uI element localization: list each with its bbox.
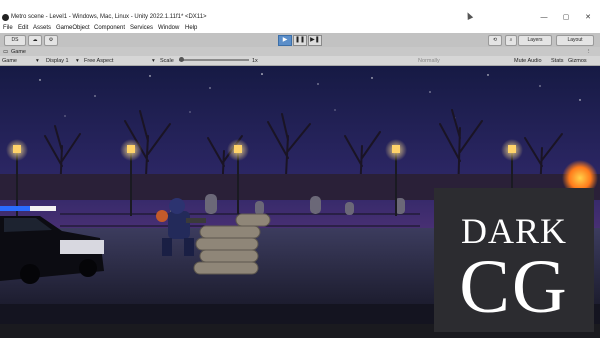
- maximize-button[interactable]: ▢: [558, 12, 574, 24]
- game-tab[interactable]: Game: [11, 49, 26, 55]
- history-icon[interactable]: ⟲: [488, 35, 502, 46]
- pause-button[interactable]: ❚❚: [293, 35, 307, 46]
- step-button[interactable]: ▶❚: [308, 35, 322, 46]
- chevron-down-icon: ▾: [76, 57, 79, 64]
- tab-menu-icon[interactable]: ⋮: [586, 49, 592, 55]
- game-view-toolbar: Game ▾ Display 1 ▾ Free Aspect ▾ Scale 1…: [0, 56, 600, 66]
- aspect-select[interactable]: Free Aspect: [84, 58, 113, 64]
- chevron-down-icon: ▾: [152, 57, 155, 64]
- game-tab-bar: ▭ Game ⋮: [0, 47, 600, 56]
- minimize-button[interactable]: —: [536, 12, 552, 24]
- game-tab-icon: ▭: [3, 48, 9, 55]
- gizmos-toggle[interactable]: Gizmos: [568, 58, 587, 64]
- main-toolbar: DS ☁ ⚙ ▶ ❚❚ ▶❚ ⟲ ⌕ Layers Layout: [0, 33, 600, 47]
- cursor-icon: [464, 11, 474, 20]
- menu-edit[interactable]: Edit: [18, 25, 28, 31]
- account-button[interactable]: DS: [4, 35, 26, 46]
- scale-slider[interactable]: [179, 57, 249, 62]
- watermark-text-bottom: CG: [459, 245, 569, 329]
- scale-value: 1x: [252, 57, 258, 64]
- chevron-down-icon: ▾: [36, 57, 39, 64]
- view-select[interactable]: Game: [2, 58, 17, 64]
- cloud-icon[interactable]: ☁: [28, 35, 42, 46]
- layout-dropdown[interactable]: Layout: [556, 35, 594, 46]
- layers-dropdown[interactable]: Layers: [518, 35, 552, 46]
- stats-toggle[interactable]: Stats: [551, 58, 564, 64]
- scale-slider-handle[interactable]: [179, 57, 184, 62]
- mute-audio-toggle[interactable]: Mute Audio: [514, 58, 542, 64]
- menu-services[interactable]: Services: [130, 25, 153, 31]
- menu-assets[interactable]: Assets: [33, 25, 51, 31]
- menu-help[interactable]: Help: [185, 25, 197, 31]
- window-title: Metro scene - Level1 - Windows, Mac, Lin…: [11, 14, 207, 20]
- menu-gameobject[interactable]: GameObject: [56, 25, 90, 31]
- play-mode-select[interactable]: Normally: [418, 58, 440, 64]
- collab-icon[interactable]: ⚙: [44, 35, 58, 46]
- window-title-bar: Metro scene - Level1 - Windows, Mac, Lin…: [0, 11, 600, 24]
- menu-component[interactable]: Component: [94, 25, 125, 31]
- scale-label: Scale: [160, 57, 174, 64]
- play-button[interactable]: ▶: [278, 35, 292, 46]
- menu-file[interactable]: File: [3, 25, 13, 31]
- unity-logo-icon: [2, 14, 9, 21]
- watermark-logo: DARK CG: [434, 188, 594, 332]
- menu-window[interactable]: Window: [158, 25, 179, 31]
- search-icon[interactable]: ⌕: [505, 35, 517, 46]
- close-button[interactable]: ✕: [580, 12, 596, 24]
- display-select[interactable]: Display 1: [46, 58, 69, 64]
